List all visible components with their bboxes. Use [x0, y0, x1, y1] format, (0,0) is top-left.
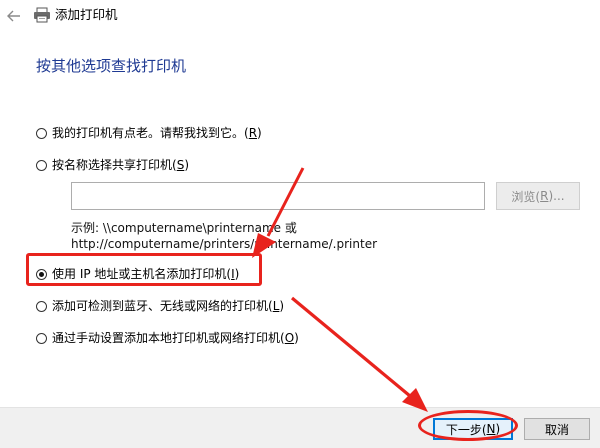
- option-manual-setup[interactable]: 通过手动设置添加本地打印机或网络打印机(O): [36, 330, 299, 346]
- option-shared-printer-label: 按名称选择共享打印机(S): [52, 158, 189, 172]
- radio-bluetooth-wireless[interactable]: [36, 300, 47, 312]
- back-arrow-icon: [7, 10, 20, 22]
- annotation-highlight-box: [26, 253, 262, 286]
- annotation-arrow-2: [290, 296, 428, 412]
- cancel-button[interactable]: 取消: [524, 418, 590, 440]
- radio-manual-setup[interactable]: [36, 332, 47, 344]
- window-title: 添加打印机: [55, 7, 118, 22]
- option-bluetooth-wireless-label: 添加可检测到蓝牙、无线或网络的打印机(L): [52, 299, 285, 313]
- shared-printer-name-input[interactable]: [71, 182, 485, 210]
- annotation-highlight-ellipse: [418, 410, 518, 441]
- example-text-line2: http://computername/printers/printername…: [71, 237, 378, 251]
- radio-shared-printer[interactable]: [36, 159, 47, 171]
- option-shared-printer[interactable]: 按名称选择共享打印机(S): [36, 157, 189, 173]
- example-text-line1: 示例: \\computername\printername 或: [71, 221, 297, 235]
- option-old-printer[interactable]: 我的打印机有点老。请帮我找到它。(R): [36, 125, 262, 141]
- option-old-printer-label: 我的打印机有点老。请帮我找到它。(R): [52, 126, 262, 140]
- page-heading: 按其他选项查找打印机: [36, 57, 187, 75]
- radio-old-printer[interactable]: [36, 127, 47, 139]
- back-button[interactable]: [4, 6, 24, 26]
- browse-button[interactable]: 浏览(R)...: [496, 182, 580, 210]
- option-manual-setup-label: 通过手动设置添加本地打印机或网络打印机(O): [52, 331, 299, 345]
- option-bluetooth-wireless[interactable]: 添加可检测到蓝牙、无线或网络的打印机(L): [36, 298, 284, 314]
- printer-icon: [33, 7, 51, 23]
